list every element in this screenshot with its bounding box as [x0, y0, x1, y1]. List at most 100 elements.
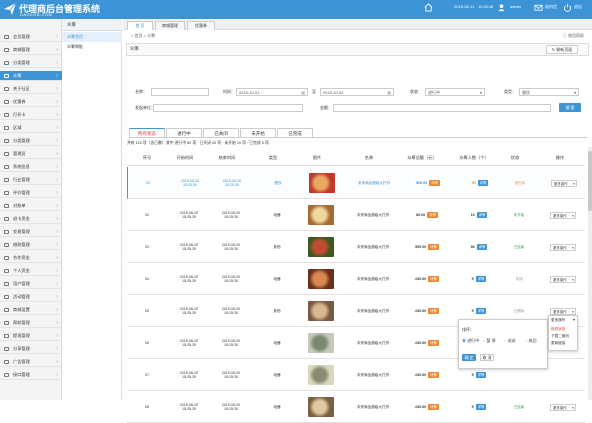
logout-link[interactable]: 退出: [574, 4, 582, 10]
details-button[interactable]: 详情: [428, 372, 439, 378]
initiator-input[interactable]: [153, 104, 303, 112]
more-ops-menu-head[interactable]: 更多操作: [551, 318, 565, 323]
details-button[interactable]: 详情: [428, 404, 439, 410]
cell-name[interactable]: 未来商品超级大打折: [345, 327, 401, 359]
sidebar-item[interactable]: 优惠券 ›: [0, 97, 62, 107]
details-button[interactable]: 详情: [428, 276, 439, 282]
details-button[interactable]: 详情: [476, 212, 488, 218]
tab-mall[interactable]: 商城管理: [155, 21, 185, 30]
popup-option[interactable]: ○ 暂 停: [483, 338, 496, 344]
cell-ops[interactable]: 更多操作: [543, 199, 583, 231]
amount-input[interactable]: [333, 104, 551, 112]
cell-name[interactable]: 未来商品超级大打折: [345, 359, 401, 391]
sub-nav-item-approval[interactable]: 众筹审批: [62, 42, 122, 52]
product-image[interactable]: [308, 237, 334, 257]
menu-item-download-qr[interactable]: 下载二维码: [551, 334, 569, 339]
more-ops-select[interactable]: 更多操作: [550, 211, 576, 219]
sidebar-item[interactable]: 打折卡 ›: [0, 110, 62, 120]
details-button[interactable]: 详情: [428, 244, 439, 250]
header-user[interactable]: admin: [510, 4, 521, 9]
date-to-input[interactable]: 2015-10-02 ▦: [320, 88, 394, 96]
details-button[interactable]: 详情: [475, 372, 487, 378]
mail-icon[interactable]: [534, 3, 543, 12]
product-image[interactable]: [309, 173, 335, 193]
cell-ops[interactable]: 更多操作: [544, 167, 584, 199]
date-from-input[interactable]: 2015-10-01 ▦: [236, 88, 308, 96]
sidebar-item[interactable]: 活动管理 ›: [0, 292, 62, 302]
product-image[interactable]: [308, 333, 334, 353]
cell-image[interactable]: [305, 263, 337, 295]
search-button[interactable]: 搜 索: [559, 103, 581, 112]
table-row[interactable]: 08 2015-06-20 15:25:30 2015-06-20 15:25:30…: [127, 391, 585, 423]
popup-confirm-button[interactable]: 确 定: [462, 354, 476, 361]
tab-home[interactable]: 首 页: [127, 21, 153, 30]
sidebar-item[interactable]: 退卡资金 ›: [0, 214, 62, 224]
cell-name[interactable]: 未来商品超级大打折: [345, 199, 401, 231]
menu-item-change-status[interactable]: 修改状态: [551, 327, 565, 332]
details-button[interactable]: 详情: [427, 212, 438, 218]
sidebar-item[interactable]: 用户管理 ›: [0, 279, 62, 289]
sidebar-item[interactable]: 接口管理 ›: [0, 370, 62, 380]
popup-cancel-button[interactable]: 取 消: [480, 354, 494, 361]
sidebar-item[interactable]: 个人资金 ›: [0, 266, 62, 276]
home-icon[interactable]: [424, 3, 433, 12]
sidebar-item[interactable]: 帮助管理 ›: [0, 318, 62, 328]
cell-image[interactable]: [306, 167, 338, 199]
sidebar-item[interactable]: 借款管理 ›: [0, 240, 62, 250]
cell-ops[interactable]: 更多操作: [543, 263, 583, 295]
sidebar-item[interactable]: 交易管理 ›: [0, 227, 62, 237]
type-select[interactable]: 餐饮: [519, 88, 579, 96]
sidebar-item[interactable]: 分享管理 ›: [0, 344, 62, 354]
sidebar-item[interactable]: 关于社区 ›: [0, 84, 62, 94]
status-select[interactable]: 进行中: [425, 88, 485, 96]
sidebar-item[interactable]: 广告管理 ›: [0, 357, 62, 367]
scrollbar-thumb[interactable]: [588, 151, 592, 211]
sidebar-item[interactable]: 行业管理 ›: [0, 175, 62, 185]
menu-item-update-link[interactable]: 更新链接: [551, 341, 565, 346]
product-image[interactable]: [308, 365, 334, 385]
sidebar-item[interactable]: 会员管理 ›: [0, 32, 62, 42]
details-button[interactable]: 详情: [477, 180, 489, 186]
sidebar-item[interactable]: 系统信息 ›: [0, 162, 62, 172]
sidebar-item[interactable]: 管理员 ›: [0, 149, 62, 159]
sidebar-item[interactable]: 对账单 ›: [0, 201, 62, 211]
cell-name[interactable]: 未来商品超级大打折: [345, 231, 401, 263]
more-ops-select[interactable]: 更多操作: [550, 307, 576, 315]
power-icon[interactable]: [563, 3, 572, 12]
sidebar-item[interactable]: 分类管理 ›: [0, 136, 62, 146]
refresh-button[interactable]: ↻ 刷新页面: [546, 45, 578, 54]
more-ops-select[interactable]: 更多操作: [551, 179, 577, 187]
sidebar-item[interactable]: 分类管理 ›: [0, 58, 62, 68]
cell-name[interactable]: 未来商品超级大打折: [346, 167, 402, 199]
sidebar-item[interactable]: 商城管理 ›: [0, 45, 62, 55]
messages-link[interactable]: 站内信: [545, 4, 557, 10]
popup-option[interactable]: ○ 关闭: [504, 338, 516, 344]
table-row[interactable]: 03 2015-06-20 15:25:30 2015-06-20 15:25:30…: [127, 231, 585, 263]
details-button[interactable]: 详情: [428, 308, 439, 314]
cell-ops[interactable]: 更多操作: [543, 231, 583, 263]
cell-image[interactable]: [305, 295, 337, 327]
details-button[interactable]: 详情: [428, 340, 439, 346]
popup-option[interactable]: ◉ 进行中: [462, 338, 479, 344]
more-ops-select[interactable]: 更多操作: [550, 275, 576, 283]
sidebar-item[interactable]: 合作资金 ›: [0, 253, 62, 263]
details-button[interactable]: 详情: [475, 276, 487, 282]
sidebar-item[interactable]: 商城设置 ›: [0, 305, 62, 315]
cell-image[interactable]: [305, 231, 337, 263]
product-image[interactable]: [308, 205, 334, 225]
cell-image[interactable]: [305, 359, 337, 391]
cell-name[interactable]: 未来商品超级大打折: [345, 263, 401, 295]
name-input[interactable]: [151, 88, 209, 96]
product-image[interactable]: [308, 397, 334, 417]
more-ops-select[interactable]: 更多操作: [550, 403, 576, 411]
sidebar-item[interactable]: 提现管理 ›: [0, 331, 62, 341]
product-image[interactable]: [308, 269, 334, 289]
sidebar-item[interactable]: 区域 ›: [0, 123, 62, 133]
cell-image[interactable]: [305, 391, 337, 423]
table-row[interactable]: 01 2015-06-20 15:25:30 2015-06-20 15:25:30…: [127, 167, 585, 199]
details-button[interactable]: 详情: [429, 180, 440, 186]
sub-nav-item-home[interactable]: 众筹首页: [62, 32, 122, 42]
help-link[interactable]: ⓘ 使用帮助: [563, 33, 584, 39]
tab-coupon[interactable]: 优惠券: [187, 21, 215, 30]
product-image[interactable]: [308, 301, 334, 321]
